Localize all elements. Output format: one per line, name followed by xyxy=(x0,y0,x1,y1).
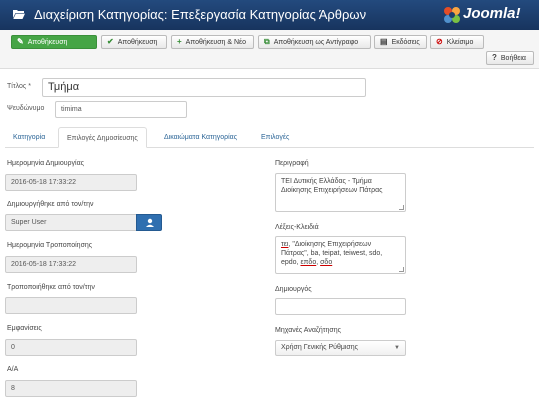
save-new-button-label: Αποθήκευση & Νέο xyxy=(185,39,247,46)
robots-select-value: Χρήση Γενικής Ρύθμισης xyxy=(281,344,359,351)
description-text: ΤΕΙ Δυτικής Ελλάδας - Τμήμα Διοίκησης Επ… xyxy=(281,178,383,194)
admin-header: Διαχείριση Κατηγορίας: Επεξεργασία Κατηγ… xyxy=(0,0,539,30)
save-close-button[interactable]: ✔ Αποθήκευση xyxy=(101,35,167,49)
joomla-logo[interactable]: Joomla! xyxy=(442,4,532,26)
id-label: Α/Α xyxy=(7,366,19,373)
resize-grip-icon[interactable] xyxy=(399,205,404,210)
keyword-text: epdo, xyxy=(281,259,301,266)
alias-label: Ψευδώνυμο xyxy=(7,105,45,112)
checkmark-icon: ✔ xyxy=(107,37,114,46)
save-new-button[interactable]: + Αποθήκευση & Νέο xyxy=(171,35,254,49)
modified-date-label: Ημερομηνία Τροποποίησης xyxy=(7,242,93,249)
title-input[interactable]: Τμήμα xyxy=(42,78,366,97)
created-by-label: Δημιουργήθηκε από τον/την xyxy=(7,201,94,208)
description-label: Περιγραφή xyxy=(275,160,309,167)
id-field: 8 xyxy=(5,380,137,397)
resize-grip-icon[interactable] xyxy=(399,267,404,272)
robots-select[interactable]: Χρήση Γενικής Ρύθμισης ▼ xyxy=(275,340,406,356)
tab-bar: Κατηγορία Επιλογές Δημοσίευσης Δικαιώματ… xyxy=(5,127,534,148)
modified-by-label: Τροποποιήθηκε από τον/την xyxy=(7,284,95,291)
modified-date-field: 2016-05-18 17:33:22 xyxy=(5,256,137,273)
keyword-misspelled: σδο xyxy=(320,259,333,266)
save-button-label: Αποθήκευση xyxy=(27,39,68,46)
keyword-text: , "Διοίκησης Επιχειρήσεων xyxy=(288,241,372,248)
archive-icon: ▤ xyxy=(380,37,388,46)
joomla-logo-text: Joomla! xyxy=(463,5,521,22)
toolbar: ✎ Αποθήκευση ✔ Αποθήκευση + Αποθήκευση & Νέ… xyxy=(0,30,539,69)
edit-icon: ✎ xyxy=(17,37,24,46)
tab-category[interactable]: Κατηγορία xyxy=(5,127,53,148)
hits-label: Εμφανίσεις xyxy=(7,325,42,332)
title-label: Τίτλος * xyxy=(7,83,31,90)
help-button-label: Βοήθεια xyxy=(500,55,526,62)
keywords-line-2: Πάτρας", ba, teipat, teiwest, sdo, xyxy=(281,250,383,257)
select-user-button[interactable] xyxy=(136,214,162,231)
keyword-misspelled: επδο xyxy=(300,259,317,266)
close-button-label: Κλείσιμο xyxy=(446,39,474,46)
author-input[interactable] xyxy=(275,298,406,315)
modified-by-field xyxy=(5,297,137,314)
hits-field: 0 xyxy=(5,339,137,356)
tab-permissions[interactable]: Δικαιώματα Κατηγορίας xyxy=(156,127,245,148)
versions-button-label: Εκδόσεις xyxy=(391,39,420,46)
keywords-label: Λέξεις-Κλειδιά xyxy=(275,224,319,231)
alias-input[interactable]: timima xyxy=(55,101,187,118)
tab-options[interactable]: Επιλογές xyxy=(253,127,297,148)
page-title: Διαχείριση Κατηγορίας: Επεξεργασία Κατηγ… xyxy=(34,7,367,22)
created-date-field: 2016-05-18 17:33:22 xyxy=(5,174,137,191)
keywords-line-3: epdo, επδο, σδο xyxy=(281,258,400,267)
copy-icon: ⧉ xyxy=(264,37,270,46)
save-copy-button[interactable]: ⧉ Αποθήκευση ως Αντίγραφο xyxy=(258,35,371,49)
help-button[interactable]: ? Βοήθεια xyxy=(486,51,534,65)
author-label: Δημιουργός xyxy=(275,286,312,293)
save-close-button-label: Αποθήκευση xyxy=(117,39,158,46)
tab-publishing-options[interactable]: Επιλογές Δημοσίευσης xyxy=(58,127,147,148)
description-textarea[interactable]: ΤΕΙ Δυτικής Ελλάδας - Τμήμα Διοίκησης Επ… xyxy=(275,173,406,212)
question-icon: ? xyxy=(492,53,497,62)
save-button[interactable]: ✎ Αποθήκευση xyxy=(11,35,97,49)
user-icon xyxy=(146,218,154,227)
created-by-field: Super User xyxy=(5,214,137,231)
close-button[interactable]: ⊘ Κλείσιμο xyxy=(430,35,484,49)
keywords-line-1: τει, "Διοίκησης Επιχειρήσεων xyxy=(281,240,400,249)
joomla-logo-icon xyxy=(444,7,460,23)
robots-label: Μηχανές Αναζήτησης xyxy=(275,327,341,334)
chevron-down-icon: ▼ xyxy=(394,345,400,351)
versions-button[interactable]: ▤ Εκδόσεις xyxy=(374,35,427,49)
plus-icon: + xyxy=(177,37,182,46)
cancel-icon: ⊘ xyxy=(436,37,443,46)
created-date-label: Ημερομηνία Δημιουργίας xyxy=(7,160,85,167)
folder-open-icon xyxy=(13,10,25,19)
save-copy-button-label: Αποθήκευση ως Αντίγραφο xyxy=(273,39,359,46)
keywords-textarea[interactable]: τει, "Διοίκησης Επιχειρήσεων Πάτρας", ba… xyxy=(275,236,406,274)
